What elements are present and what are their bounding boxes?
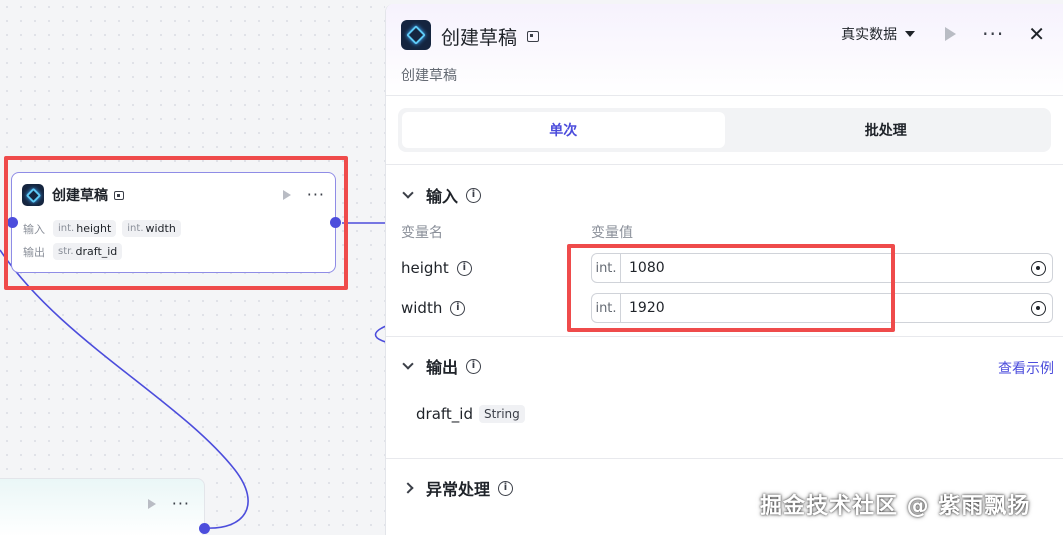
output-type-badge: String (478, 405, 525, 423)
info-icon[interactable]: i (450, 300, 466, 316)
output-item: draft_id String (416, 405, 531, 423)
variable-reference-icon[interactable] (1031, 260, 1046, 276)
node-output-port[interactable] (199, 523, 210, 534)
error-section-toggle[interactable]: 异常处理 i (402, 476, 514, 500)
info-icon[interactable]: i (466, 187, 482, 203)
input-section-toggle[interactable]: 输入 i (402, 183, 482, 207)
more-icon[interactable]: ··· (172, 496, 190, 512)
chevron-right-icon (402, 482, 414, 494)
var-name-height: height i (401, 259, 472, 277)
tab-batch[interactable]: 批处理 (725, 112, 1048, 148)
variable-reference-icon[interactable] (1031, 300, 1046, 316)
watermark-text: 掘金技术社区 @ 紫雨飘扬 (760, 494, 1031, 519)
panel-toolbar: 真实数据 ··· ✕ (841, 24, 1045, 44)
tab-single[interactable]: 单次 (402, 112, 725, 148)
annotation-highlight-inputs (567, 244, 895, 332)
run-icon[interactable] (945, 27, 957, 41)
info-icon[interactable]: i (456, 260, 472, 276)
play-icon[interactable] (147, 499, 156, 509)
plugin-logo-icon (401, 20, 431, 50)
annotation-highlight-node (4, 156, 348, 290)
caret-down-icon (905, 31, 916, 37)
panel-header: 创建草稿 创建草稿 真实数据 ··· ✕ (386, 4, 1063, 96)
chevron-down-icon (402, 358, 414, 370)
panel-subtitle: 创建草稿 (401, 68, 457, 84)
column-header-value: 变量值 (591, 225, 633, 241)
data-mode-dropdown[interactable]: 真实数据 (841, 24, 916, 44)
info-icon[interactable]: i (466, 358, 482, 374)
plugin-link-icon[interactable] (527, 31, 540, 42)
run-mode-tabs: 单次 批处理 (386, 96, 1063, 165)
column-header-name: 变量名 (401, 225, 443, 241)
output-section-toggle[interactable]: 输出 i (402, 354, 482, 378)
info-icon[interactable]: i (498, 480, 514, 496)
var-name-width: width i (401, 299, 466, 317)
view-example-link[interactable]: 查看示例 (998, 358, 1054, 378)
panel-title: 创建草稿 (441, 23, 540, 50)
chevron-down-icon (402, 187, 414, 199)
more-icon[interactable]: ··· (982, 24, 1004, 44)
workflow-node-partial[interactable]: ··· (0, 478, 205, 535)
close-icon[interactable]: ✕ (1028, 24, 1045, 44)
output-section: 输出 i 查看示例 draft_id String (386, 337, 1063, 459)
